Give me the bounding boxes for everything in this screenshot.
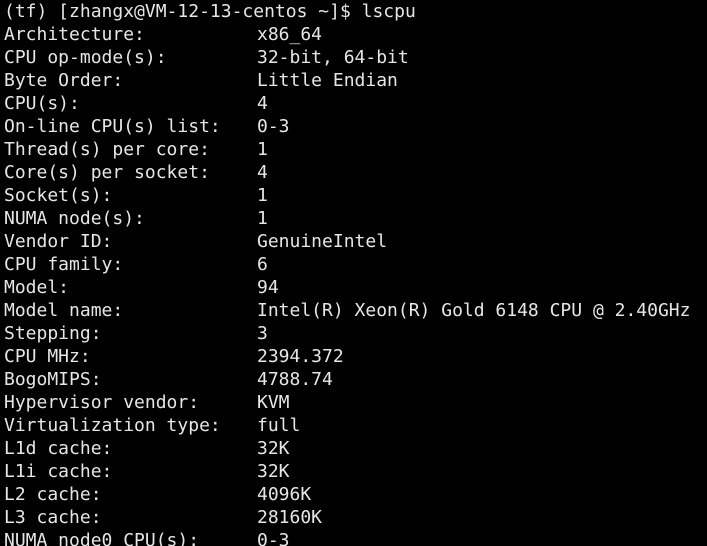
output-row-value: 2394.372: [257, 346, 344, 367]
output-row-key: CPU op-mode(s):: [4, 47, 167, 68]
output-row: Model: 94: [4, 276, 707, 299]
output-row-value: 4788.74: [257, 369, 333, 390]
output-row-key: Architecture:: [4, 24, 145, 45]
output-row-value: x86_64: [257, 24, 323, 45]
output-row-value: Little Endian: [257, 70, 398, 91]
output-row-key: CPU MHz:: [4, 346, 91, 367]
output-row: Byte Order: Little Endian: [4, 69, 707, 92]
lscpu-output: Architecture: x86_64 CPU op-mode(s): 32-bit…: [4, 23, 707, 546]
output-row-value: Intel(R) Xeon(R) Gold 6148 CPU @ 2.40GHz: [257, 300, 691, 321]
output-row: Thread(s) per core: 1: [4, 138, 707, 161]
output-row: CPU MHz: 2394.372: [4, 345, 707, 368]
output-row: Vendor ID: GenuineIntel: [4, 230, 707, 253]
output-row: Model name: Intel(R) Xeon(R) Gold 6148 CP…: [4, 299, 707, 322]
output-row-value: 4: [257, 93, 268, 114]
output-row-key: On-line CPU(s) list:: [4, 116, 221, 137]
output-row-key: BogoMIPS:: [4, 369, 102, 390]
output-row-key: CPU(s):: [4, 93, 80, 114]
output-row-value: 32K: [257, 438, 290, 459]
output-row: CPU family: 6: [4, 253, 707, 276]
command-prompt-line: (tf) [zhangx@VM-12-13-centos ~]$ lscpu: [4, 0, 707, 23]
output-row: Socket(s): 1: [4, 184, 707, 207]
output-row-key: Hypervisor vendor:: [4, 392, 200, 413]
output-row-value: 6: [257, 254, 268, 275]
output-row-key: NUMA node(s):: [4, 208, 145, 229]
output-row-key: Stepping:: [4, 323, 102, 344]
output-row-key: L3 cache:: [4, 507, 102, 528]
output-row-value: KVM: [257, 392, 290, 413]
output-row: On-line CPU(s) list: 0-3: [4, 115, 707, 138]
terminal-window[interactable]: (tf) [zhangx@VM-12-13-centos ~]$ lscpu A…: [0, 0, 707, 546]
output-row-value: 32-bit, 64-bit: [257, 47, 409, 68]
output-row-key: L2 cache:: [4, 484, 102, 505]
output-row-key: Socket(s):: [4, 185, 113, 206]
output-row: L1d cache: 32K: [4, 437, 707, 460]
output-row-value: full: [257, 415, 301, 436]
output-row-value: 4: [257, 162, 268, 183]
output-row: L1i cache: 32K: [4, 460, 707, 483]
output-row-key: L1i cache:: [4, 461, 113, 482]
output-row-value: 0-3: [257, 530, 290, 546]
output-row: Stepping: 3: [4, 322, 707, 345]
output-row-value: 32K: [257, 461, 290, 482]
output-row: BogoMIPS: 4788.74: [4, 368, 707, 391]
output-row: Architecture: x86_64: [4, 23, 707, 46]
output-row-value: 1: [257, 208, 268, 229]
output-row: Virtualization type: full: [4, 414, 707, 437]
output-row-value: 3: [257, 323, 268, 344]
output-row-value: 28160K: [257, 507, 323, 528]
output-row: L2 cache: 4096K: [4, 483, 707, 506]
output-row-key: Thread(s) per core:: [4, 139, 210, 160]
output-row-value: 4096K: [257, 484, 312, 505]
output-row-key: Model name:: [4, 300, 124, 321]
output-row: CPU op-mode(s): 32-bit, 64-bit: [4, 46, 707, 69]
output-row: NUMA node0 CPU(s): 0-3: [4, 529, 707, 546]
output-row-key: L1d cache:: [4, 438, 113, 459]
output-row: Hypervisor vendor: KVM: [4, 391, 707, 414]
output-row-key: Byte Order:: [4, 70, 124, 91]
output-row: L3 cache: 28160K: [4, 506, 707, 529]
output-row: NUMA node(s): 1: [4, 207, 707, 230]
output-row-value: 1: [257, 185, 268, 206]
command-prompt: (tf) [zhangx@VM-12-13-centos ~]$ lscpu: [4, 1, 416, 22]
output-row-key: Core(s) per socket:: [4, 162, 210, 183]
output-row: Core(s) per socket: 4: [4, 161, 707, 184]
output-row-value: 94: [257, 277, 279, 298]
output-row-value: 0-3: [257, 116, 290, 137]
output-row-key: Virtualization type:: [4, 415, 221, 436]
output-row-key: CPU family:: [4, 254, 124, 275]
output-row-key: Vendor ID:: [4, 231, 113, 252]
output-row-key: NUMA node0 CPU(s):: [4, 530, 200, 546]
output-row: CPU(s): 4: [4, 92, 707, 115]
output-row-value: GenuineIntel: [257, 231, 388, 252]
output-row-value: 1: [257, 139, 268, 160]
output-row-key: Model:: [4, 277, 70, 298]
